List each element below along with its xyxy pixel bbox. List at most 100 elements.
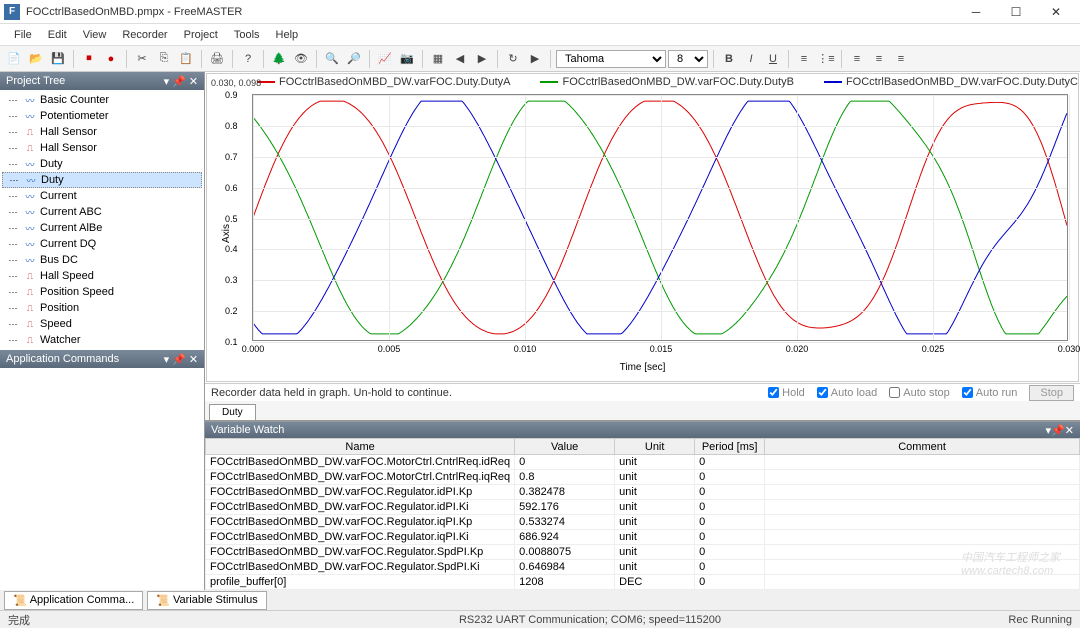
tree-item[interactable]: ⋯〰Bus DC xyxy=(2,252,202,268)
tree-item[interactable]: ⋯〰Basic Counter xyxy=(2,92,202,108)
menu-project[interactable]: Project xyxy=(176,27,226,43)
menu-view[interactable]: View xyxy=(75,27,115,43)
minimize-button[interactable]: ─ xyxy=(956,1,996,23)
dotted-icon: ⋯ xyxy=(6,126,20,138)
tree-item[interactable]: ⋯〰Current xyxy=(2,188,202,204)
paste-icon[interactable]: 📋 xyxy=(176,49,196,69)
font-select[interactable]: Tahoma xyxy=(556,50,666,68)
panel-auto-hide-icon[interactable]: 📌 xyxy=(1051,425,1065,437)
chart-area[interactable]: 0.030, 0.098 FOCctrlBasedOnMBD_DW.varFOC… xyxy=(206,73,1079,382)
tree-item[interactable]: ⋯〰Duty xyxy=(2,172,202,188)
scope-icon: 〰 xyxy=(23,238,37,250)
table-row[interactable]: FOCctrlBasedOnMBD_DW.varFOC.Regulator.Sp… xyxy=(206,560,1080,575)
menu-recorder[interactable]: Recorder xyxy=(114,27,175,43)
dotted-icon: ⋯ xyxy=(6,94,20,106)
menu-tools[interactable]: Tools xyxy=(226,27,268,43)
save-icon[interactable]: 💾 xyxy=(48,49,68,69)
table-row[interactable]: FOCctrlBasedOnMBD_DW.varFOC.Regulator.Sp… xyxy=(206,545,1080,560)
autorun-checkbox[interactable]: Auto run xyxy=(962,387,1018,399)
print-icon[interactable]: 🖨 xyxy=(207,49,227,69)
tree-icon[interactable]: 🌲 xyxy=(269,49,289,69)
arrow-left-icon[interactable]: ◀ xyxy=(450,49,470,69)
pin-icon[interactable]: ▾ xyxy=(164,75,170,88)
snapshot-icon[interactable]: 📷 xyxy=(397,49,417,69)
panel-auto-hide-icon[interactable]: 📌 xyxy=(172,353,186,366)
tree-item[interactable]: ⋯〰Current AlBe xyxy=(2,220,202,236)
project-tree[interactable]: ⋯〰Basic Counter⋯〰Potentiometer⋯⎍Hall Sen… xyxy=(0,90,204,350)
table-row[interactable]: FOCctrlBasedOnMBD_DW.varFOC.Regulator.iq… xyxy=(206,515,1080,530)
underline-icon[interactable]: U xyxy=(763,49,783,69)
tree-item-label: Current DQ xyxy=(40,238,96,250)
trigger-icon: ⎍ xyxy=(23,334,37,346)
numlist-icon[interactable]: ⋮≡ xyxy=(816,49,836,69)
app-commands-header: Application Commands ▾📌✕ xyxy=(0,350,204,368)
close-button[interactable]: ✕ xyxy=(1036,1,1076,23)
menu-file[interactable]: File xyxy=(6,27,40,43)
scope-icon: 〰 xyxy=(23,190,37,202)
bold-icon[interactable]: B xyxy=(719,49,739,69)
tab-duty[interactable]: Duty xyxy=(209,404,256,420)
maximize-button[interactable]: ☐ xyxy=(996,1,1036,23)
grid-icon[interactable]: ▦ xyxy=(428,49,448,69)
table-row[interactable]: FOCctrlBasedOnMBD_DW.varFOC.MotorCtrl.Cn… xyxy=(206,470,1080,485)
menu-edit[interactable]: Edit xyxy=(40,27,75,43)
tree-item[interactable]: ⋯〰Duty xyxy=(2,156,202,172)
align-center-icon[interactable]: ≡ xyxy=(869,49,889,69)
refresh-icon[interactable]: ↻ xyxy=(503,49,523,69)
table-row[interactable]: FOCctrlBasedOnMBD_DW.varFOC.Regulator.id… xyxy=(206,485,1080,500)
align-right-icon[interactable]: ≡ xyxy=(891,49,911,69)
arrow-right-icon[interactable]: ▶ xyxy=(472,49,492,69)
tree-item[interactable]: ⋯⎍Position xyxy=(2,300,202,316)
tree-item[interactable]: ⋯⎍Hall Sensor xyxy=(2,124,202,140)
zoom-out-icon[interactable]: 🔎 xyxy=(344,49,364,69)
tree-item[interactable]: ⋯⎍Watcher xyxy=(2,332,202,348)
copy-icon[interactable]: ⎘ xyxy=(154,49,174,69)
menu-help[interactable]: Help xyxy=(268,27,307,43)
table-row[interactable]: FOCctrlBasedOnMBD_DW.varFOC.Regulator.id… xyxy=(206,500,1080,515)
window-title: FOCctrlBasedOnMBD.pmpx - FreeMASTER xyxy=(26,6,956,18)
tree-item-label: Duty xyxy=(40,158,63,170)
variable-watch-table[interactable]: NameValueUnitPeriod [ms]CommentFOCctrlBa… xyxy=(205,438,1080,590)
panel-close-icon[interactable]: ✕ xyxy=(189,353,198,366)
zoom-in-icon[interactable]: 🔍 xyxy=(322,49,342,69)
tree-item[interactable]: ⋯⎍Hall Sensor xyxy=(2,140,202,156)
list-icon[interactable]: ≡ xyxy=(794,49,814,69)
scope-icon: 〰 xyxy=(23,206,37,218)
run-icon[interactable]: ● xyxy=(101,49,121,69)
tree-item[interactable]: ⋯⎍Speed xyxy=(2,316,202,332)
italic-icon[interactable]: I xyxy=(741,49,761,69)
dotted-icon: ⋯ xyxy=(6,190,20,202)
stop-button[interactable]: Stop xyxy=(1029,385,1074,401)
stop-icon[interactable]: ⏹ xyxy=(79,49,99,69)
dotted-icon: ⋯ xyxy=(6,222,20,234)
hold-checkbox[interactable]: Hold xyxy=(768,387,805,399)
play-icon[interactable]: ▶ xyxy=(525,49,545,69)
panel-close-icon[interactable]: ✕ xyxy=(1065,425,1074,437)
scope-icon: 〰 xyxy=(23,94,37,106)
chart-legend: FOCctrlBasedOnMBD_DW.varFOC.Duty.DutyA F… xyxy=(207,74,1078,90)
tree-item[interactable]: ⋯〰Current ABC xyxy=(2,204,202,220)
table-row[interactable]: profile_buffer[0]1208DEC0 xyxy=(206,575,1080,590)
align-left-icon[interactable]: ≡ xyxy=(847,49,867,69)
chart-plot[interactable]: 0.10.20.30.40.50.60.70.80.90.0000.0050.0… xyxy=(252,94,1068,341)
autoload-checkbox[interactable]: Auto load xyxy=(817,387,877,399)
panel-close-icon[interactable]: ✕ xyxy=(189,75,198,88)
tree-item[interactable]: ⋯⎍Position Speed xyxy=(2,284,202,300)
tree-item[interactable]: ⋯〰Current DQ xyxy=(2,236,202,252)
tree-item[interactable]: ⋯⎍Hall Speed xyxy=(2,268,202,284)
autostop-checkbox[interactable]: Auto stop xyxy=(889,387,949,399)
tree-item[interactable]: ⋯〰Potentiometer xyxy=(2,108,202,124)
cut-icon[interactable]: ✂ xyxy=(132,49,152,69)
watch-icon[interactable]: 👁 xyxy=(291,49,311,69)
open-icon[interactable]: 📂 xyxy=(26,49,46,69)
chart-icon[interactable]: 📈 xyxy=(375,49,395,69)
panel-auto-hide-icon[interactable]: 📌 xyxy=(172,75,186,88)
table-row[interactable]: FOCctrlBasedOnMBD_DW.varFOC.Regulator.iq… xyxy=(206,530,1080,545)
scope-icon: 〰 xyxy=(23,254,37,266)
table-row[interactable]: FOCctrlBasedOnMBD_DW.varFOC.MotorCtrl.Cn… xyxy=(206,455,1080,470)
help-icon[interactable]: ? xyxy=(238,49,258,69)
fontsize-select[interactable]: 8 xyxy=(668,50,708,68)
pin-icon[interactable]: ▾ xyxy=(164,353,170,366)
new-icon[interactable]: 📄 xyxy=(4,49,24,69)
dotted-icon: ⋯ xyxy=(6,318,20,330)
